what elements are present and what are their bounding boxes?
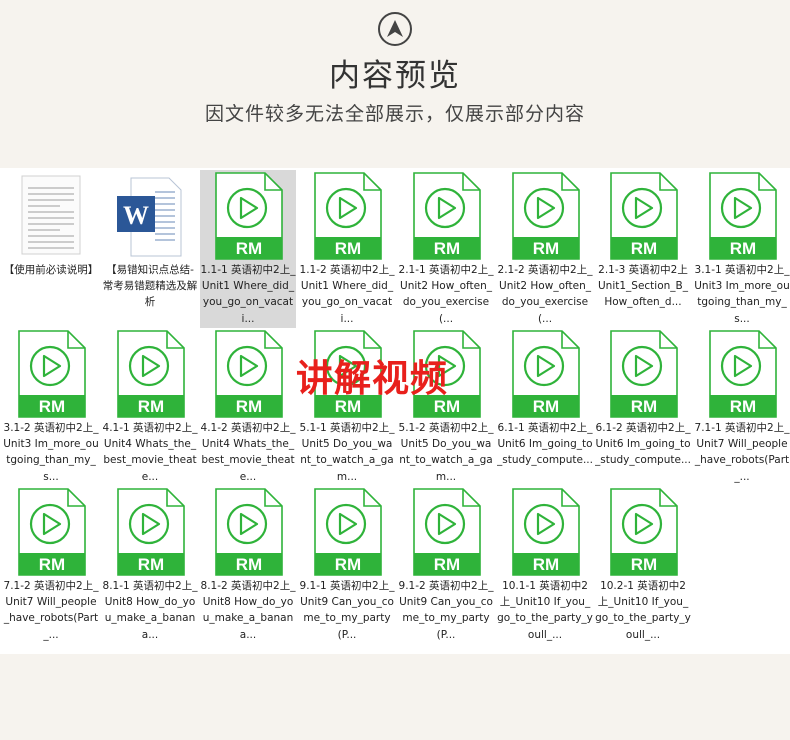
file-item[interactable]: RM 8.1-1 英语初中2上_Unit8 How_do_you_make_a_b… xyxy=(102,486,198,644)
file-name: 4.1-1 英语初中2上_Unit4 Whats_the_best_movie_… xyxy=(102,422,198,483)
rm-video-icon: RM xyxy=(16,488,86,576)
file-item[interactable]: RM 7.1-1 英语初中2上_Unit7 Will_people_have_ro… xyxy=(694,328,790,486)
file-item[interactable]: RM 10.2-1 英语初中2上_Unit10 If_you_go_to_the_… xyxy=(595,486,691,644)
rm-badge: RM xyxy=(335,239,361,258)
rm-video-icon: RM xyxy=(608,172,678,260)
file-item[interactable]: RM 3.1-2 英语初中2上_Unit3 Im_more_outgoing_th… xyxy=(3,328,99,486)
file-name: 8.1-1 英语初中2上_Unit8 How_do_you_make_a_ban… xyxy=(102,580,198,641)
rm-video-icon: RM xyxy=(510,172,580,260)
file-name: 5.1-1 英语初中2上_Unit5 Do_you_want_to_watch_… xyxy=(299,422,395,483)
file-item[interactable]: RM 8.1-2 英语初中2上_Unit8 How_do_you_make_a_b… xyxy=(200,486,296,644)
file-name: 10.1-1 英语初中2上_Unit10 If_you_go_to_the_pa… xyxy=(497,580,593,641)
file-item[interactable]: RM 9.1-1 英语初中2上_Unit9 Can_you_come_to_my_… xyxy=(299,486,395,644)
file-name: 【易错知识点总结-常考易错题精选及解析 xyxy=(102,264,198,309)
rm-video-icon: RM xyxy=(213,172,283,260)
file-item[interactable]: RM 10.1-1 英语初中2上_Unit10 If_you_go_to_the_… xyxy=(497,486,593,644)
file-item[interactable]: W 【易错知识点总结-常考易错题精选及解析 xyxy=(102,170,198,328)
file-name: 7.1-2 英语初中2上_Unit7 Will_people_have_robo… xyxy=(3,580,99,641)
rm-badge: RM xyxy=(533,239,559,258)
file-item[interactable]: RM 9.1-2 英语初中2上_Unit9 Can_you_come_to_my_… xyxy=(398,486,494,644)
file-item[interactable]: RM 1.1-2 英语初中2上_Unit1 Where_did_you_go_on… xyxy=(299,170,395,328)
rm-badge: RM xyxy=(39,397,65,416)
file-item[interactable]: RM 2.1-2 英语初中2上_Unit2 How_often_do_you_ex… xyxy=(497,170,593,328)
file-name: 3.1-2 英语初中2上_Unit3 Im_more_outgoing_than… xyxy=(3,422,99,483)
rm-video-icon: RM xyxy=(411,488,481,576)
file-name: 1.1-2 英语初中2上_Unit1 Where_did_you_go_on_v… xyxy=(299,264,395,325)
word-badge: W xyxy=(123,201,149,230)
rm-video-icon: RM xyxy=(608,488,678,576)
rm-video-icon: RM xyxy=(312,172,382,260)
file-name: 7.1-1 英语初中2上_Unit7 Will_people_have_robo… xyxy=(694,422,790,483)
rm-badge: RM xyxy=(236,239,262,258)
rm-video-icon: RM xyxy=(608,330,678,418)
rm-video-icon: RM xyxy=(16,330,86,418)
page-title: 内容预览 xyxy=(329,58,461,94)
rm-video-icon: RM xyxy=(707,330,777,418)
rm-badge: RM xyxy=(533,397,559,416)
rm-video-icon: RM xyxy=(115,330,185,418)
file-item[interactable]: RM 1.1-1 英语初中2上_Unit1 Where_did_you_go_on… xyxy=(200,170,296,328)
file-grid: 【使用前必读说明】 W 【易错知识点总结-常考易错题精选及解析 RM 1.1-1 英语初… xyxy=(0,168,790,654)
rm-badge: RM xyxy=(335,555,361,574)
rm-badge: RM xyxy=(138,555,164,574)
file-name: 2.1-3 英语初中2上 Unit1_Section_B_How_often_d… xyxy=(597,264,689,309)
rm-video-icon: RM xyxy=(213,330,283,418)
file-item[interactable]: RM 2.1-3 英语初中2上 Unit1_Section_B_How_often… xyxy=(595,170,691,328)
rm-video-icon: RM xyxy=(707,172,777,260)
file-name: 4.1-2 英语初中2上_Unit4 Whats_the_best_movie_… xyxy=(200,422,296,483)
file-name: 8.1-2 英语初中2上_Unit8 How_do_you_make_a_ban… xyxy=(200,580,296,641)
file-name: 1.1-1 英语初中2上_Unit1 Where_did_you_go_on_v… xyxy=(200,264,296,325)
rm-badge: RM xyxy=(236,555,262,574)
rm-video-icon: RM xyxy=(312,488,382,576)
rm-badge: RM xyxy=(533,555,559,574)
rm-badge: RM xyxy=(138,397,164,416)
file-name: 9.1-2 英语初中2上_Unit9 Can_you_come_to_my_pa… xyxy=(398,580,494,641)
rm-badge: RM xyxy=(730,397,756,416)
rm-badge: RM xyxy=(631,397,657,416)
rm-badge: RM xyxy=(434,239,460,258)
file-name: 6.1-1 英语初中2上_Unit6 Im_going_to_study_com… xyxy=(497,422,593,467)
overlay-caption: 讲解视频 xyxy=(296,357,448,400)
scroll-up-icon[interactable] xyxy=(378,12,412,46)
rm-badge: RM xyxy=(39,555,65,574)
page-subtitle: 因文件较多无法全部展示，仅展示部分内容 xyxy=(204,103,585,125)
file-item[interactable]: RM 6.1-2 英语初中2上_Unit6 Im_going_to_study_c… xyxy=(595,328,691,486)
file-item[interactable]: RM 3.1-1 英语初中2上_Unit3 Im_more_outgoing_th… xyxy=(694,170,790,328)
word-document-icon: W xyxy=(115,172,185,260)
file-name: 【使用前必读说明】 xyxy=(3,264,99,276)
file-name: 9.1-1 英语初中2上_Unit9 Can_you_come_to_my_pa… xyxy=(299,580,395,641)
file-item[interactable]: 【使用前必读说明】 xyxy=(3,170,99,328)
file-item[interactable]: RM 2.1-1 英语初中2上_Unit2 How_often_do_you_ex… xyxy=(398,170,494,328)
rm-badge: RM xyxy=(730,239,756,258)
file-name: 10.2-1 英语初中2上_Unit10 If_you_go_to_the_pa… xyxy=(595,580,691,641)
file-name: 6.1-2 英语初中2上_Unit6 Im_going_to_study_com… xyxy=(595,422,691,467)
file-item[interactable]: RM 7.1-2 英语初中2上_Unit7 Will_people_have_ro… xyxy=(3,486,99,644)
preview-header: 内容预览 因文件较多无法全部展示，仅展示部分内容 xyxy=(0,0,790,168)
file-item[interactable]: RM 6.1-1 英语初中2上_Unit6 Im_going_to_study_c… xyxy=(497,328,593,486)
rm-badge: RM xyxy=(631,555,657,574)
rm-video-icon: RM xyxy=(115,488,185,576)
file-name: 5.1-2 英语初中2上_Unit5 Do_you_want_to_watch_… xyxy=(398,422,494,483)
rm-badge: RM xyxy=(236,397,262,416)
rm-video-icon: RM xyxy=(213,488,283,576)
file-item[interactable]: RM 4.1-2 英语初中2上_Unit4 Whats_the_best_movi… xyxy=(200,328,296,486)
rm-video-icon: RM xyxy=(510,330,580,418)
text-document-icon xyxy=(16,172,86,260)
file-item[interactable]: RM 4.1-1 英语初中2上_Unit4 Whats_the_best_movi… xyxy=(102,328,198,486)
rm-badge: RM xyxy=(631,239,657,258)
rm-badge: RM xyxy=(434,555,460,574)
file-name: 2.1-1 英语初中2上_Unit2 How_often_do_you_exer… xyxy=(398,264,494,325)
file-name: 3.1-1 英语初中2上_Unit3 Im_more_outgoing_than… xyxy=(694,264,790,325)
file-name: 2.1-2 英语初中2上_Unit2 How_often_do_you_exer… xyxy=(497,264,593,325)
rm-video-icon: RM xyxy=(510,488,580,576)
rm-video-icon: RM xyxy=(411,172,481,260)
